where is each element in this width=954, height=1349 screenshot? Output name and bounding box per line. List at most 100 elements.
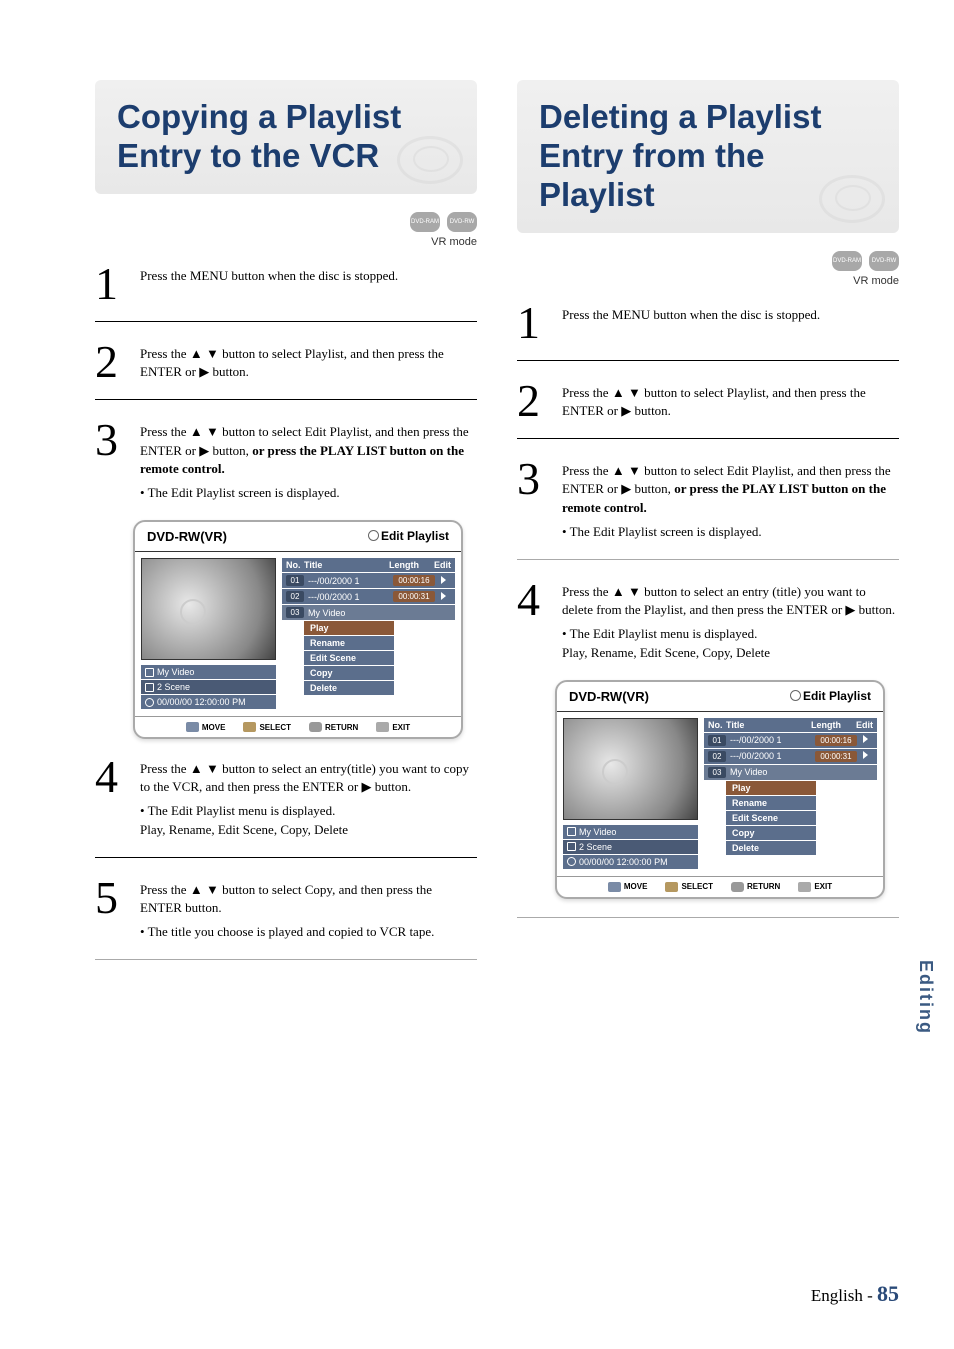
left-badges: DVD-RAM DVD-RW [95,212,477,232]
disc-label: DVD-RW(VR) [569,689,649,704]
row-len: 00:00:16 [815,735,857,746]
step-text: Press the ▲ ▼ button to select Playlist,… [140,342,477,381]
video-icon [567,827,576,836]
col-title: Title [304,560,389,570]
step-text: Press the ▲ ▼ button to select Copy, and… [140,878,477,942]
row-len: 00:00:31 [815,751,857,762]
row-title: My Video [726,767,873,777]
clock-icon [567,857,576,866]
left-step-4: 4 Press the ▲ ▼ button to select an entr… [95,757,477,839]
footer-move: MOVE [624,882,648,891]
step-number: 3 [95,420,125,502]
edit-playlist-screen: DVD-RW(VR) Edit Playlist My Video 2 Scen… [133,520,463,739]
step-bullet: • The Edit Playlist screen is displayed. [562,523,899,541]
scene-icon [145,683,154,692]
row-title: ---/00/2000 1 [726,751,815,761]
step-bullet: • The Edit Playlist menu is displayed. P… [140,802,477,838]
meta-time: 00/00/00 12:00:00 PM [579,857,668,867]
move-icon [608,882,621,892]
step-plain: Press the ▲ ▼ button to select an entry … [562,584,895,617]
return-icon [731,882,744,892]
page-footer: English - 85 [811,1281,899,1307]
col-edit: Edit [853,720,873,730]
step-bullet: • The Edit Playlist screen is displayed. [140,484,477,502]
row-len: 00:00:31 [393,591,435,602]
page-number: 85 [877,1281,899,1306]
ctx-play[interactable]: Play [726,781,816,795]
left-step-1: 1 Press the MENU button when the disc is… [95,264,477,303]
exit-icon [798,882,811,892]
meta-title: My Video [157,667,194,677]
step-number: 2 [95,342,125,381]
ctx-edit-scene[interactable]: Edit Scene [304,651,394,665]
table-row[interactable]: 02 ---/00/2000 1 00:00:31 [282,589,455,604]
ctx-copy[interactable]: Copy [726,826,816,840]
meta-scene: 2 Scene [579,842,612,852]
ctx-delete[interactable]: Delete [304,681,394,695]
preview-thumbnail [141,558,276,660]
row-no: 03 [708,767,726,778]
step-text: Press the ▲ ▼ button to select an entry … [562,580,899,662]
col-no: No. [286,560,304,570]
right-step-2: 2 Press the ▲ ▼ button to select Playlis… [517,381,899,420]
left-title-block: Copying a Playlist Entry to the VCR [95,80,477,194]
arrow-right-icon [863,735,868,743]
step-number: 1 [517,303,547,342]
arrow-right-icon [863,751,868,759]
row-no: 01 [708,735,726,746]
context-menu: Play Rename Edit Scene Copy Delete [304,621,455,695]
ctx-edit-scene[interactable]: Edit Scene [726,811,816,825]
screen-title: Edit Playlist [803,689,871,703]
context-menu: Play Rename Edit Scene Copy Delete [726,781,877,855]
table-row[interactable]: 03 My Video [282,605,455,620]
step-text: Press the MENU button when the disc is s… [140,264,477,303]
footer-exit: EXIT [392,723,410,732]
table-row[interactable]: 01 ---/00/2000 1 00:00:16 [282,573,455,588]
ctx-delete[interactable]: Delete [726,841,816,855]
ctx-rename[interactable]: Rename [726,796,816,810]
step-text: Press the ▲ ▼ button to select Edit Play… [562,459,899,541]
footer-label: English - [811,1286,877,1305]
step-text: Press the ▲ ▼ button to select Edit Play… [140,420,477,502]
ctx-rename[interactable]: Rename [304,636,394,650]
step-text: Press the MENU button when the disc is s… [562,303,899,342]
step-text: Press the ▲ ▼ button to select Playlist,… [562,381,899,420]
footer-select: SELECT [681,882,713,891]
ctx-copy[interactable]: Copy [304,666,394,680]
row-title: ---/00/2000 1 [304,592,393,602]
left-step-5: 5 Press the ▲ ▼ button to select Copy, a… [95,878,477,942]
step-number: 2 [517,381,547,420]
step-bullet: • The title you choose is played and cop… [140,923,477,941]
clock-icon [145,698,154,707]
move-icon [186,722,199,732]
table-row[interactable]: 02 ---/00/2000 1 00:00:31 [704,749,877,764]
badge-dvd-ram: DVD-RAM [410,212,440,232]
step-number: 4 [95,757,125,839]
footer-move: MOVE [202,723,226,732]
preview-thumbnail [563,718,698,820]
meta-title: My Video [579,827,616,837]
step-number: 4 [517,580,547,662]
table-row[interactable]: 01 ---/00/2000 1 00:00:16 [704,733,877,748]
row-title: ---/00/2000 1 [726,735,815,745]
col-no: No. [708,720,726,730]
table-row[interactable]: 03 My Video [704,765,877,780]
footer-return: RETURN [325,723,358,732]
badge-dvd-ram: DVD-RAM [832,251,862,271]
badge-dvd-rw: DVD-RW [447,212,477,232]
right-step-4: 4 Press the ▲ ▼ button to select an entr… [517,580,899,662]
disc-icon [368,530,379,541]
left-step-2: 2 Press the ▲ ▼ button to select Playlis… [95,342,477,381]
disc-icon [790,690,801,701]
right-step-1: 1 Press the MENU button when the disc is… [517,303,899,342]
step-plain: Press the ▲ ▼ button to select Copy, and… [140,882,432,915]
left-mode: VR mode [95,236,477,248]
row-title: My Video [304,608,451,618]
right-mode: VR mode [517,275,899,287]
step-number: 3 [517,459,547,541]
footer-select: SELECT [259,723,291,732]
disc-label: DVD-RW(VR) [147,529,227,544]
left-title: Copying a Playlist Entry to the VCR [117,98,455,176]
row-no: 01 [286,575,304,586]
ctx-play[interactable]: Play [304,621,394,635]
